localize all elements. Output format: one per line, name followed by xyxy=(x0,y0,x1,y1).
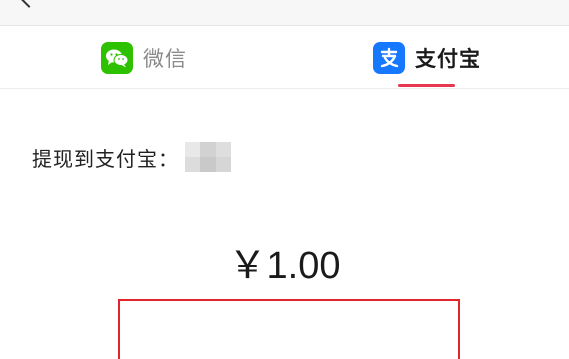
withdraw-label: 提现到支付宝： xyxy=(32,146,179,171)
top-bar xyxy=(0,0,569,26)
tab-alipay-label: 支付宝 xyxy=(415,47,481,71)
payment-tabs: 微信 支付宝 xyxy=(0,27,569,89)
redacted-account xyxy=(185,142,231,172)
active-tab-indicator xyxy=(398,84,455,87)
tab-wechat[interactable]: 微信 xyxy=(101,27,187,89)
tab-wechat-label: 微信 xyxy=(143,47,187,71)
highlight-box xyxy=(118,299,460,359)
withdraw-destination: 提现到支付宝： xyxy=(32,142,231,172)
back-arrow-icon[interactable] xyxy=(19,0,39,8)
tab-alipay[interactable]: 支付宝 xyxy=(373,27,481,89)
wechat-icon xyxy=(101,42,133,74)
alipay-icon xyxy=(373,42,405,74)
withdraw-amount: ￥1.00 xyxy=(228,245,341,287)
